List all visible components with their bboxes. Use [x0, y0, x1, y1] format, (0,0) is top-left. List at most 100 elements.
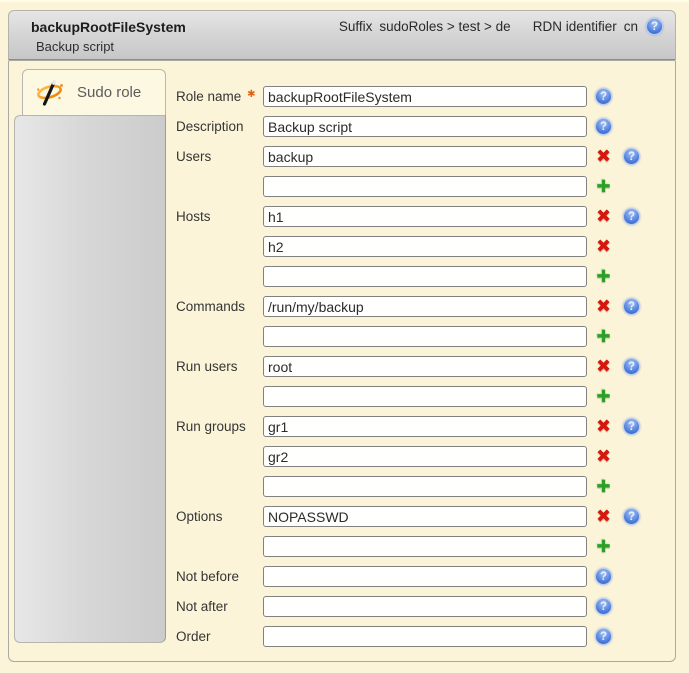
help-icon[interactable]: ?: [623, 358, 640, 375]
delete-icon[interactable]: ✖: [595, 208, 612, 225]
add-icon[interactable]: ✚: [595, 538, 612, 555]
add-icon[interactable]: ✚: [595, 268, 612, 285]
delete-glyph: ✖: [596, 418, 611, 435]
form-row-order: Order ?: [176, 626, 671, 647]
form-row: ✖: [176, 236, 671, 257]
extra-value-input[interactable]: [263, 176, 587, 197]
form-row: ✚: [176, 476, 671, 497]
extra-value-input[interactable]: [263, 446, 587, 467]
field-label-not-before: Not before: [176, 569, 263, 584]
sudo-role-form: Role name ✱ ? Description ? Users ✖? ✚ H…: [176, 86, 671, 656]
description-input[interactable]: [263, 116, 587, 137]
rdn-identifier-label: RDN identifier: [533, 19, 617, 34]
help-icon[interactable]: ?: [595, 598, 612, 615]
help-icon[interactable]: ?: [595, 118, 612, 135]
run-groups-input[interactable]: [263, 416, 587, 437]
rdn-identifier-value: cn: [624, 19, 638, 34]
add-glyph: ✚: [596, 478, 610, 495]
add-icon[interactable]: ✚: [595, 178, 612, 195]
form-row-description: Description ?: [176, 116, 671, 137]
help-icon[interactable]: ?: [623, 148, 640, 165]
delete-icon[interactable]: ✖: [595, 448, 612, 465]
delete-glyph: ✖: [596, 238, 611, 255]
add-icon[interactable]: ✚: [595, 478, 612, 495]
form-row: ✚: [176, 386, 671, 407]
delete-icon[interactable]: ✖: [595, 148, 612, 165]
users-input[interactable]: [263, 146, 587, 167]
form-row: ✚: [176, 176, 671, 197]
form-row-run-users: Run users ✖?: [176, 356, 671, 377]
extra-value-input[interactable]: [263, 476, 587, 497]
delete-icon[interactable]: ✖: [595, 358, 612, 375]
icon-cell: ✚: [595, 178, 612, 195]
magic-wand-icon: [35, 78, 65, 108]
delete-icon[interactable]: ✖: [595, 238, 612, 255]
delete-glyph: ✖: [596, 358, 611, 375]
tab-sudo-role-label: Sudo role: [77, 84, 141, 101]
field-label-run-groups: Run groups: [176, 419, 263, 434]
delete-icon[interactable]: ✖: [595, 418, 612, 435]
add-glyph: ✚: [596, 388, 610, 405]
icon-cell: ✖?: [595, 148, 640, 165]
extra-value-input[interactable]: [263, 326, 587, 347]
form-row: ✚: [176, 266, 671, 287]
icon-cell: ?: [595, 568, 612, 585]
icon-cell: ✖: [595, 238, 612, 255]
form-row-not-before: Not before ?: [176, 566, 671, 587]
extra-value-input[interactable]: [263, 236, 587, 257]
extra-value-input[interactable]: [263, 386, 587, 407]
entry-subtitle: Backup script: [9, 39, 675, 54]
form-row: ✖: [176, 446, 671, 467]
icon-cell: ✚: [595, 478, 612, 495]
form-row: ✚: [176, 536, 671, 557]
form-row: ✚: [176, 326, 671, 347]
help-icon[interactable]: ?: [595, 88, 612, 105]
delete-icon[interactable]: ✖: [595, 508, 612, 525]
field-label-description: Description: [176, 119, 263, 134]
help-icon[interactable]: ?: [623, 298, 640, 315]
form-row-role-name: Role name ✱ ?: [176, 86, 671, 107]
add-icon[interactable]: ✚: [595, 328, 612, 345]
help-icon[interactable]: ?: [595, 628, 612, 645]
icon-cell: ?: [595, 88, 612, 105]
field-label-hosts: Hosts: [176, 209, 263, 224]
help-icon[interactable]: ?: [623, 208, 640, 225]
delete-icon[interactable]: ✖: [595, 298, 612, 315]
add-icon[interactable]: ✚: [595, 388, 612, 405]
hosts-input[interactable]: [263, 206, 587, 227]
delete-glyph: ✖: [596, 208, 611, 225]
commands-input[interactable]: [263, 296, 587, 317]
field-label-role-name: Role name ✱: [176, 89, 263, 104]
options-input[interactable]: [263, 506, 587, 527]
help-icon[interactable]: ?: [646, 18, 663, 35]
help-icon[interactable]: ?: [623, 508, 640, 525]
delete-glyph: ✖: [596, 508, 611, 525]
not-before-input[interactable]: [263, 566, 587, 587]
icon-cell: ✖?: [595, 508, 640, 525]
add-glyph: ✚: [596, 328, 610, 345]
form-row-users: Users ✖?: [176, 146, 671, 167]
role-name-input[interactable]: [263, 86, 587, 107]
delete-glyph: ✖: [596, 148, 611, 165]
required-marker-icon: ✱: [247, 89, 255, 100]
suffix-value: sudoRoles > test > de: [379, 19, 510, 34]
order-input[interactable]: [263, 626, 587, 647]
extra-value-input[interactable]: [263, 536, 587, 557]
help-icon[interactable]: ?: [623, 418, 640, 435]
field-label-run-users: Run users: [176, 359, 263, 374]
form-row-hosts: Hosts ✖?: [176, 206, 671, 227]
extra-value-input[interactable]: [263, 266, 587, 287]
suffix-label: Suffix: [339, 19, 373, 34]
icon-cell: ?: [595, 598, 612, 615]
form-row-commands: Commands ✖?: [176, 296, 671, 317]
delete-glyph: ✖: [596, 298, 611, 315]
entry-title: backupRootFileSystem: [31, 19, 186, 35]
icon-cell: ?: [595, 118, 612, 135]
form-row-not-after: Not after ?: [176, 596, 671, 617]
title-bar-row1: backupRootFileSystem Suffix sudoRoles > …: [9, 11, 675, 35]
not-after-input[interactable]: [263, 596, 587, 617]
help-icon[interactable]: ?: [595, 568, 612, 585]
run-users-input[interactable]: [263, 356, 587, 377]
tab-sudo-role[interactable]: Sudo role: [22, 69, 166, 115]
icon-cell: ✚: [595, 388, 612, 405]
